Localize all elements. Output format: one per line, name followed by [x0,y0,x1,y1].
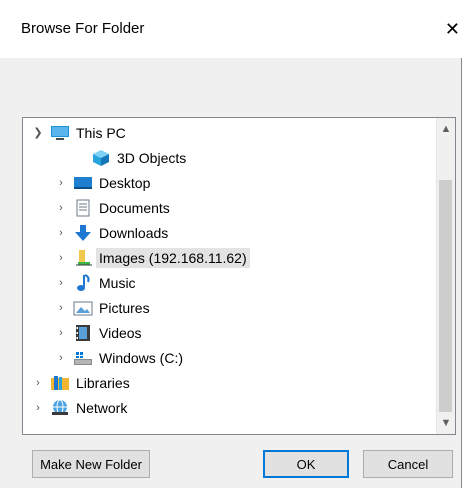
vertical-scrollbar[interactable]: ▲ ▼ [436,118,455,434]
tree-item-3d-objects[interactable]: 3D Objects [73,145,186,170]
tree-item-pictures[interactable]: › Pictures [55,295,150,320]
tree-item-music[interactable]: › Music [55,270,136,295]
drive-icon [74,351,92,365]
folder-tree[interactable]: ❯ This PC 3D Objects › Desktop › Documen… [22,117,456,435]
close-icon: ✕ [444,18,460,39]
browse-for-folder-dialog: Browse For Folder ✕ ❯ This PC 3D Objects [0,0,462,488]
chevron-right-icon[interactable]: › [55,352,67,364]
downloads-icon [75,224,91,241]
pc-icon [51,125,69,140]
music-icon [77,273,90,291]
ok-button[interactable]: OK [263,450,349,478]
network-icon [52,399,68,415]
title-bar: Browse For Folder ✕ [0,0,462,58]
chevron-right-icon[interactable]: › [55,327,67,339]
tree-item-label: Videos [99,324,142,341]
cancel-button[interactable]: Cancel [363,450,453,478]
tree-item-windows-c[interactable]: › Windows (C:) [55,345,183,370]
chevron-down-icon[interactable]: ❯ [32,127,44,139]
chevron-right-icon[interactable]: › [32,377,44,389]
make-new-folder-button[interactable]: Make New Folder [32,450,150,478]
tree-item-videos[interactable]: › Videos [55,320,142,345]
chevron-right-icon[interactable]: › [55,227,67,239]
tree-item-network[interactable]: › Network [32,395,127,420]
chevron-right-icon[interactable]: › [55,177,67,189]
tree-item-downloads[interactable]: › Downloads [55,220,168,245]
tree-item-this-pc[interactable]: ❯ This PC [32,120,126,145]
tree-item-images[interactable]: › Images (192.168.11.62) [55,245,250,270]
chevron-down-icon: ▼ [440,417,452,429]
tree-item-desktop[interactable]: › Desktop [55,170,150,195]
tree-item-documents[interactable]: › Documents [55,195,170,220]
tree-item-label: Pictures [99,299,150,316]
chevron-right-icon[interactable]: › [55,252,67,264]
tree-item-label: This PC [76,124,126,141]
chevron-right-icon[interactable]: › [55,302,67,314]
tree-item-libraries[interactable]: › Libraries [32,370,130,395]
tree-item-label: 3D Objects [117,149,187,166]
chevron-right-icon[interactable]: › [55,202,67,214]
dialog-title: Browse For Folder [21,20,145,37]
documents-icon [76,199,90,216]
tree-item-label: Libraries [76,374,130,391]
libraries-icon [51,375,69,390]
scroll-down-button[interactable]: ▼ [437,414,455,432]
close-button[interactable]: ✕ [438,12,462,46]
tree-item-label: Images (192.168.11.62) [96,247,250,268]
3d-objects-icon [93,149,109,166]
chevron-right-icon[interactable]: › [55,277,67,289]
chevron-right-icon[interactable]: › [32,402,44,414]
videos-icon [76,324,90,341]
tree-item-label: Downloads [99,224,169,241]
tree-item-label: Windows (C:) [99,349,184,366]
chevron-up-icon: ▲ [440,123,452,135]
tree-item-label: Documents [99,199,170,216]
tree-item-label: Network [76,399,128,416]
pictures-icon [73,301,93,315]
scrollbar-thumb[interactable] [439,180,452,412]
tree-item-label: Music [99,274,136,291]
desktop-icon [74,176,92,189]
network-drive-icon [76,249,92,265]
scroll-up-button[interactable]: ▲ [437,120,455,138]
tree-item-label: Desktop [99,174,151,191]
